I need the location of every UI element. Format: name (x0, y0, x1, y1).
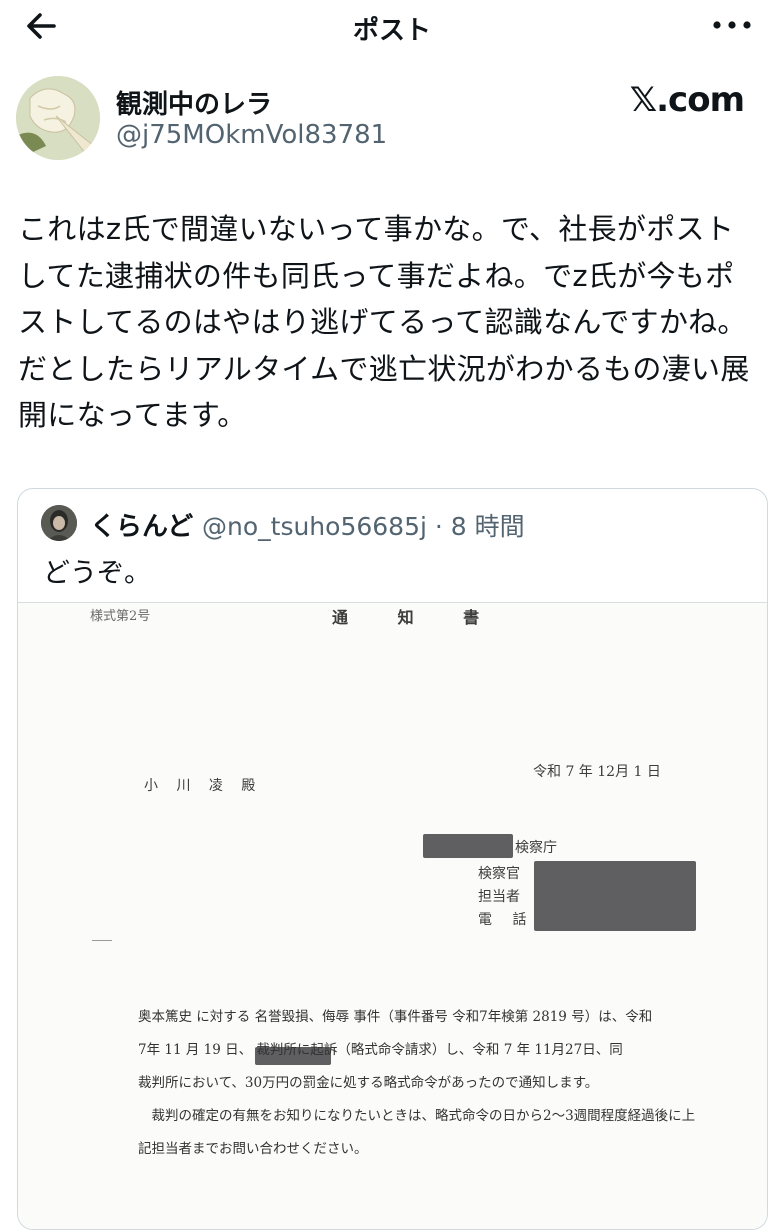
doc-body-line: 裁判の確定の有無をお知りになりたいときは、略式命令の日から2～3週間程度経過後に… (138, 1108, 696, 1124)
doc-dash (92, 940, 112, 941)
more-dots-icon[interactable] (710, 10, 754, 40)
post-text-line: 開になってます。 (18, 398, 247, 432)
author-handle[interactable]: @j75MOkmVol83781 (116, 120, 387, 150)
quote-display-name[interactable]: くらんど (90, 506, 193, 543)
quoted-post[interactable]: くらんど @no_tsuho56685j · 8 時間 どうぞ。 様式第2号 通… (17, 488, 768, 1230)
doc-body-line: 奥本篤史 に対する 名誉毀損、侮辱 事件（事件番号 令和7年検第 2819 号）… (138, 1009, 653, 1025)
x-com-logo: 𝕏.com (629, 80, 745, 120)
redaction-office (423, 834, 513, 858)
doc-office: 検察庁 (515, 840, 557, 856)
top-bar: ポスト (0, 0, 784, 52)
doc-body: 奥本篤史 に対する 名誉毀損、侮辱 事件（事件番号 令和7年検第 2819 号）… (138, 1001, 698, 1166)
avatar[interactable] (16, 76, 100, 160)
doc-label-prosecutor: 検察官 (478, 866, 520, 882)
post-text-line: してた逮捕状の件も同氏って事だよね。でz氏が今もポ (18, 258, 735, 293)
doc-label-phone: 電 話 (478, 912, 535, 928)
author-display-name[interactable]: 観測中のレラ (116, 84, 272, 121)
doc-title: 通 知 書 (332, 608, 482, 627)
doc-body-line: 裁判所において、30万円の罰金に処する略式命令があったので通知します。 (138, 1075, 599, 1091)
doc-recipient: 小 川 凌 殿 (144, 778, 257, 794)
doc-body-line: 記担当者までお問い合わせください。 (138, 1141, 368, 1157)
attached-document-image[interactable]: 様式第2号 通 知 書 令和 7 年 12月 1 日 小 川 凌 殿 検察庁 検… (18, 602, 767, 1229)
page-title: ポスト (352, 16, 431, 46)
post-text-line: だとしたらリアルタイムで逃亡状況がわかるもの凄い展 (18, 351, 750, 386)
doc-label-contact: 担当者 (478, 889, 520, 905)
doc-date: 令和 7 年 12月 1 日 (533, 764, 661, 780)
doc-body-line: 7年 11 月 19 日、 裁判所に起訴（略式命令請求）し、令和 7 年 11月… (138, 1042, 623, 1058)
quote-avatar[interactable] (41, 505, 77, 541)
quote-handle-time[interactable]: @no_tsuho56685j · 8 時間 (202, 507, 525, 543)
post-text-line: ストしてるのはやはり逃げてるって認識なんですかね。 (18, 305, 747, 339)
post-text-line: これはz氏で間違いないって事かな。で、社長がポスト (18, 212, 735, 246)
post-text: これはz氏で間違いないって事かな。で、社長がポスト してた逮捕状の件も同氏って事… (18, 206, 772, 439)
redaction-contact-details (534, 861, 696, 931)
quote-text: どうぞ。 (43, 558, 151, 589)
doc-form-label: 様式第2号 (90, 609, 151, 624)
